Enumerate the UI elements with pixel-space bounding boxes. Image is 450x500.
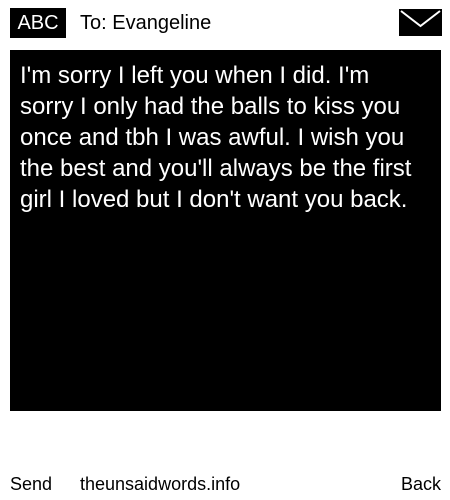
message-header: ABC To: Evangeline (0, 0, 450, 50)
site-link[interactable]: theunsaidwords.info (80, 470, 240, 498)
back-button[interactable]: Back (401, 470, 441, 498)
envelope-icon (399, 9, 442, 36)
recipient-label: To: Evangeline (80, 12, 212, 34)
input-mode-badge: ABC (10, 8, 66, 38)
message-body[interactable]: I'm sorry I left you when I did. I'm sor… (10, 50, 441, 411)
footer-bar: Send theunsaidwords.info Back (0, 470, 450, 498)
send-button[interactable]: Send (10, 470, 52, 498)
